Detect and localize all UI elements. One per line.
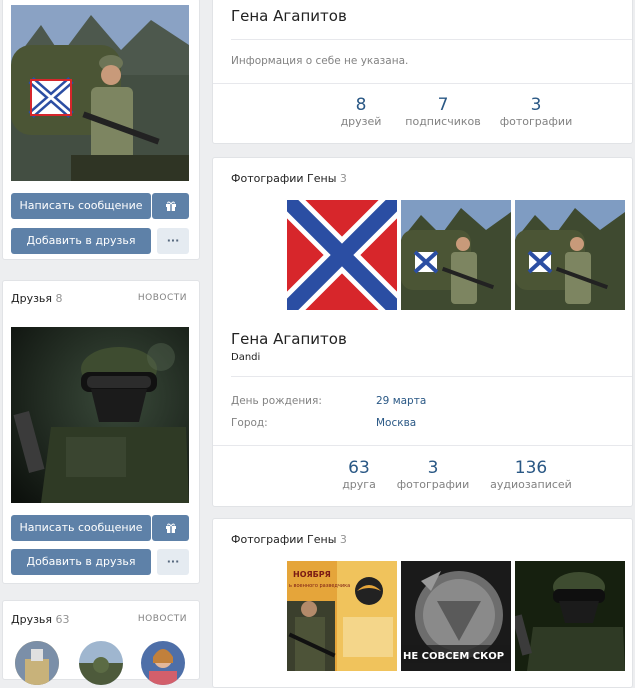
friends-title[interactable]: Друзья 8 <box>11 292 63 305</box>
counter-label: подписчиков <box>405 115 481 128</box>
friends-title-2[interactable]: Друзья 63 <box>11 613 70 626</box>
medal-caption: НЕ СОВСЕМ СКОР <box>403 651 504 662</box>
friends-count: 8 <box>55 292 63 305</box>
medal-image: НЕ СОВСЕМ СКОР <box>401 561 511 671</box>
counter-value: 3 <box>427 458 439 478</box>
photo-flag[interactable] <box>287 200 397 310</box>
soldier-image <box>515 200 625 310</box>
counter-photos[interactable]: 3 фотографии <box>497 95 575 128</box>
poster-image: НОЯБРЯ ь военного разведчика <box>287 561 397 671</box>
profile-info-card-2: Фотографии Гены 3 Гена Агапитов Dandi Де… <box>212 157 633 507</box>
photo-soldier-2[interactable] <box>515 200 625 310</box>
write-message-button-2[interactable]: Написать сообщение <box>11 515 151 541</box>
gift-icon <box>165 523 176 533</box>
counter-label: друга <box>342 478 376 491</box>
photo-poster[interactable]: НОЯБРЯ ь военного разведчика <box>287 561 397 671</box>
city-link[interactable]: Москва <box>376 417 416 429</box>
about-text: Информация о себе не указана. <box>231 55 409 67</box>
poster-line: ь военного разведчика <box>289 583 350 589</box>
poster-month: НОЯБРЯ <box>293 570 331 579</box>
gift-button-2[interactable] <box>152 515 189 541</box>
profile-name-2: Гена Агапитов <box>231 330 347 348</box>
soldier-with-vehicle-image <box>11 5 189 181</box>
add-friend-button-2[interactable]: Добавить в друзья <box>11 549 151 575</box>
photos-count: 3 <box>339 172 347 185</box>
counter-followers[interactable]: 7 подписчиков <box>399 95 487 128</box>
photos-count-2: 3 <box>339 533 347 546</box>
soldier-image <box>401 200 511 310</box>
gift-button[interactable] <box>152 193 189 219</box>
counter-friends[interactable]: 8 друзей <box>331 95 391 128</box>
birthday-link[interactable]: 29 марта <box>376 395 426 407</box>
more-actions-button-2[interactable]: ··· <box>157 549 189 575</box>
counter-label: друзей <box>340 115 382 128</box>
profile-name: Гена Агапитов <box>231 7 347 25</box>
friend-avatar-image <box>15 641 59 685</box>
gift-icon <box>165 201 176 211</box>
photo-soldier-1[interactable] <box>401 200 511 310</box>
photo-soldier-helmet[interactable] <box>515 561 625 671</box>
counter-label: аудиозаписей <box>490 478 572 491</box>
friend-avatar-image <box>79 641 123 685</box>
flag-image <box>287 200 397 310</box>
profile-nickname: Dandi <box>231 352 261 363</box>
friends-count-2: 63 <box>55 613 70 626</box>
counter-photos-2[interactable]: 3 фотографии <box>393 458 473 491</box>
more-actions-button[interactable]: ··· <box>157 228 189 254</box>
profile-avatar-photo[interactable] <box>11 5 189 181</box>
counter-value: 136 <box>514 458 548 478</box>
photo-medal[interactable]: НЕ СОВСЕМ СКОР <box>401 561 511 671</box>
friend-avatar-image <box>141 641 185 685</box>
friends-news-link-2[interactable]: НОВОСТИ <box>138 614 187 624</box>
soldier-in-helmet-image <box>11 327 189 503</box>
profile-info-card-1: Гена Агапитов Информация о себе не указа… <box>212 0 633 144</box>
friend-avatar[interactable] <box>141 641 185 685</box>
counter-friends-2[interactable]: 63 друга <box>329 458 389 491</box>
friends-news-link[interactable]: НОВОСТИ <box>138 293 187 303</box>
soldier-in-helmet-image <box>515 561 625 671</box>
counter-value: 7 <box>437 95 449 115</box>
counter-value: 63 <box>348 458 370 478</box>
birthday-label: День рождения: <box>231 395 322 407</box>
add-friend-button[interactable]: Добавить в друзья <box>11 228 151 254</box>
profile-avatar-photo-2[interactable] <box>11 327 189 503</box>
profile-avatar-card: Написать сообщение Добавить в друзья ··· <box>2 0 200 260</box>
friend-avatar[interactable] <box>79 641 123 685</box>
photos-title-2[interactable]: Фотографии Гены 3 <box>231 533 347 546</box>
counter-label: фотографии <box>396 478 470 491</box>
counter-audio[interactable]: 136 аудиозаписей <box>483 458 579 491</box>
friends-block-2: Друзья 63 НОВОСТИ <box>2 600 200 685</box>
photos-title[interactable]: Фотографии Гены 3 <box>231 172 347 185</box>
photos-card-2: Фотографии Гены 3 НОЯБРЯ ь военного разв… <box>212 518 633 688</box>
counter-value: 8 <box>355 95 367 115</box>
friend-avatar[interactable] <box>15 641 59 685</box>
write-message-button[interactable]: Написать сообщение <box>11 193 151 219</box>
counter-label: фотографии <box>499 115 573 128</box>
city-label: Город: <box>231 417 268 429</box>
counter-value: 3 <box>530 95 542 115</box>
friends-block-1: Друзья 8 НОВОСТИ Написать сообщение Доба… <box>2 280 200 584</box>
